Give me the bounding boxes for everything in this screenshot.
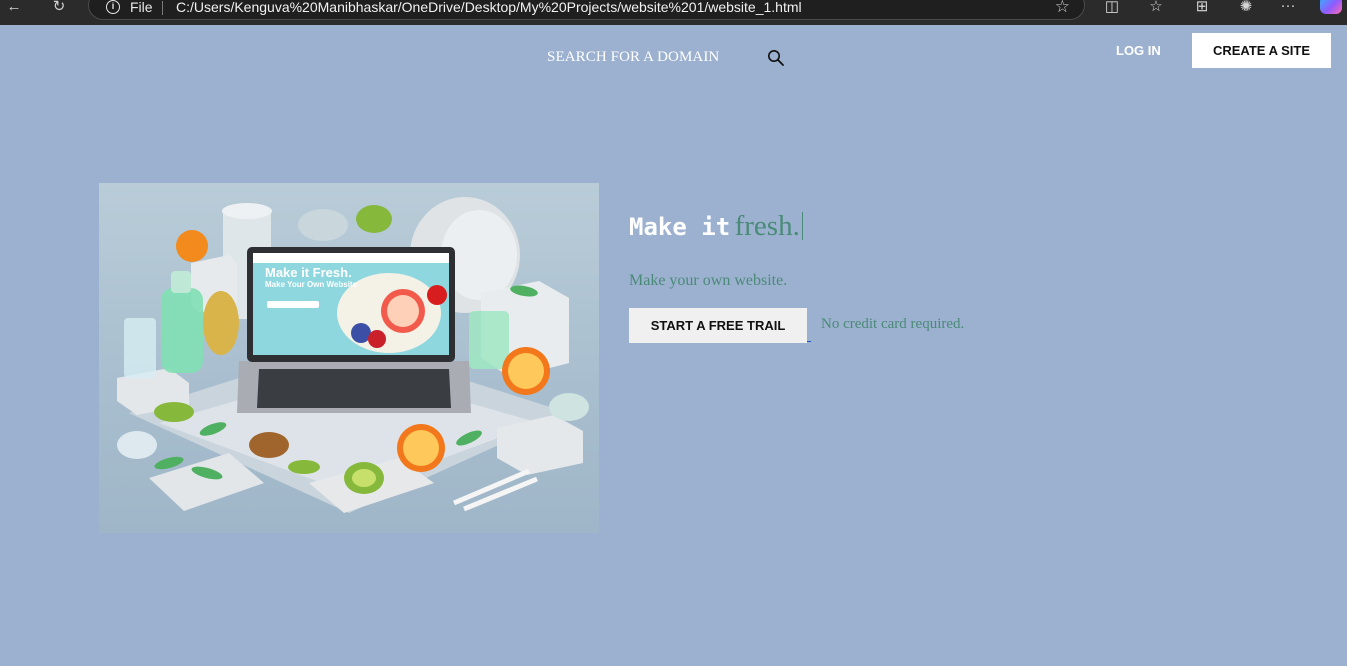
typing-caret [801, 212, 803, 240]
browser-toolbar: ← ↻ i File C:/Users/Kenguva%20Manibhaska… [0, 0, 1347, 25]
split-screen-icon[interactable]: ◫ [1101, 0, 1123, 15]
address-bar[interactable]: i File C:/Users/Kenguva%20Manibhaskar/On… [88, 0, 1085, 20]
credit-card-note: No credit card required. [821, 316, 965, 332]
screen-subtitle: Make Your Own Website [265, 280, 358, 289]
back-icon[interactable]: ← [4, 0, 24, 16]
info-icon[interactable]: i [106, 0, 120, 14]
hero-illustration-art: Make it Fresh. Make Your Own Website [117, 197, 589, 513]
favorites-icon[interactable]: ☆ [1145, 0, 1167, 15]
address-divider [162, 1, 163, 15]
link-underline [807, 341, 811, 342]
create-site-button[interactable]: CREATE A SITE [1192, 33, 1331, 68]
headline-prefix: Make it [629, 213, 731, 241]
address-url[interactable]: C:/Users/Kenguva%20Manibhaskar/OneDrive/… [176, 0, 802, 15]
screen-title: Make it Fresh. [265, 265, 352, 280]
search-icon[interactable] [767, 49, 785, 67]
more-options-icon[interactable]: ··· [1277, 0, 1299, 14]
extensions-icon[interactable]: ✺ [1235, 0, 1257, 15]
search-domain-link[interactable]: SEARCH FOR A DOMAIN [547, 49, 719, 66]
hero-illustration: Make it Fresh. Make Your Own Website [99, 183, 599, 533]
hero-headline: Make it fresh. [629, 210, 803, 243]
start-free-trial-button[interactable]: START A FREE TRAIL [629, 308, 807, 343]
hero-subline: Make your own website. [629, 272, 788, 289]
login-link[interactable]: LOG IN [1116, 43, 1161, 58]
headline-highlight: fresh. [734, 210, 800, 242]
collections-icon[interactable]: ⊞ [1191, 0, 1213, 15]
address-scheme: File [130, 0, 153, 15]
copilot-icon[interactable] [1320, 0, 1342, 14]
favorite-star-icon[interactable]: ☆ [1055, 0, 1070, 17]
refresh-icon[interactable]: ↻ [49, 0, 69, 16]
